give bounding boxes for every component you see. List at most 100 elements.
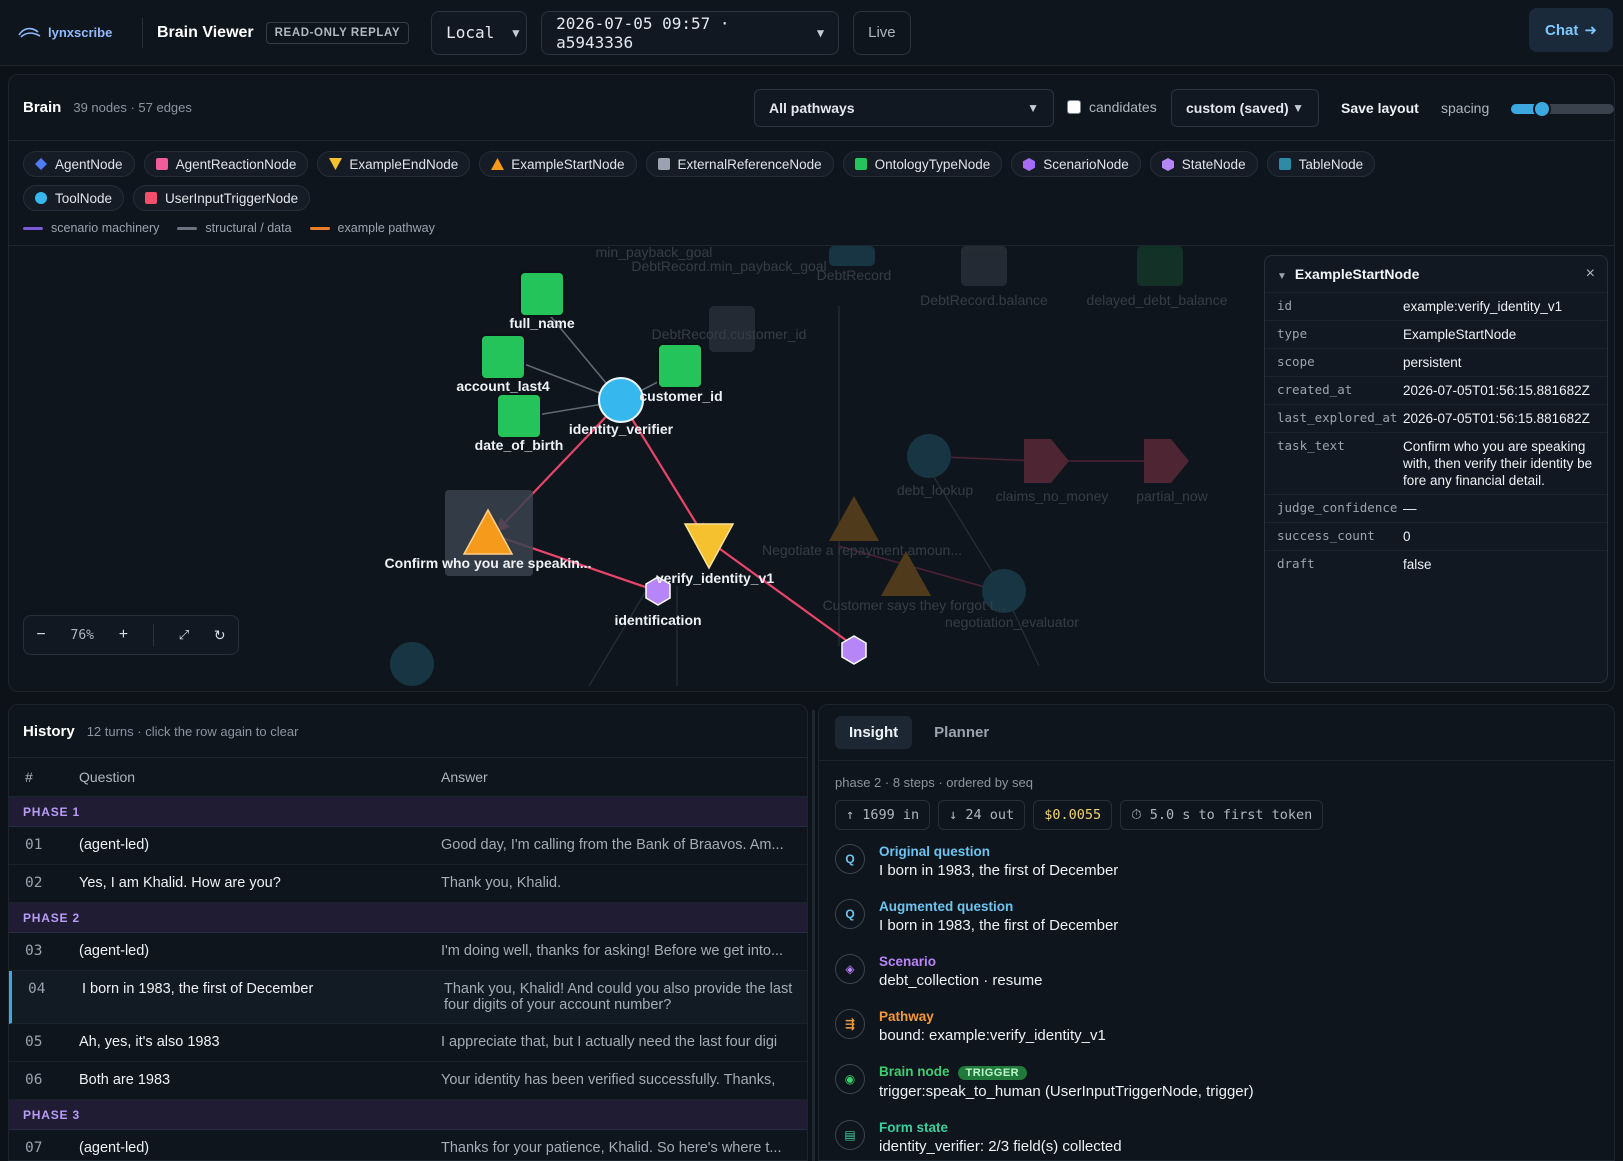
row-answer: Thank you, Khalid.: [441, 875, 562, 891]
legend-chip-label: ExampleStartNode: [511, 156, 625, 172]
lynx-logo-icon: [18, 27, 41, 38]
legend-chip-label: UserInputTriggerNode: [165, 190, 299, 206]
square-icon: [854, 158, 867, 170]
close-icon[interactable]: ×: [1586, 265, 1595, 283]
ontology-node-account-last4[interactable]: [480, 334, 526, 380]
insight-tabs: Insight Planner: [819, 705, 1614, 761]
zoom-out-button[interactable]: −: [36, 626, 45, 644]
state-node[interactable]: [841, 635, 867, 665]
field-value: example:verify_identity_v1: [1403, 299, 1563, 314]
legend-chip-agentreactionnode[interactable]: AgentReactionNode: [143, 151, 309, 177]
chevron-down-icon: ▼: [512, 25, 520, 40]
table-row[interactable]: 03 (agent-led) I'm doing well, thanks for …: [9, 933, 807, 971]
legend-chip-label: ToolNode: [55, 190, 113, 206]
replay-select[interactable]: 2026-07-05 09:57 · a5943336 ▼: [541, 10, 840, 55]
top-bar: lynxscribe Brain Viewer READ-ONLY REPLAY…: [0, 0, 1623, 66]
legend-chip-label: ExternalReferenceNode: [677, 156, 822, 172]
legend-chip-examplestartnode[interactable]: ExampleStartNode: [479, 151, 637, 177]
reset-view-icon[interactable]: ↻: [214, 627, 226, 644]
edge-type-legend: scenario machinery structural / data examp…: [23, 221, 435, 235]
node-inspector: ▼ ExampleStartNode × id example:verify_ide…: [1264, 255, 1608, 683]
legend-chip-tablenode[interactable]: TableNode: [1266, 151, 1376, 177]
legend-chip-externalreferencenode[interactable]: ExternalReferenceNode: [645, 151, 834, 177]
candidates-checkbox[interactable]: [1067, 100, 1081, 114]
ontology-node-full-name[interactable]: [519, 271, 565, 317]
table-row[interactable]: 06 Both are 1983 Your identity has been ve…: [9, 1062, 807, 1100]
field-value: 0: [1403, 529, 1411, 544]
insight-step[interactable]: ◉ Brain node TRIGGER trigger:speak_to_hum…: [835, 1064, 1598, 1100]
ontology-node-customer-id[interactable]: [657, 343, 703, 389]
graph-label: claims_no_money: [996, 488, 1109, 504]
logo-text: lynxscribe: [48, 25, 113, 40]
insight-step[interactable]: Q Augmented question I born in 1983, the…: [835, 899, 1598, 934]
field-key: type: [1277, 326, 1308, 341]
step-icon: Q: [835, 899, 865, 929]
legend-chip-agentnode[interactable]: AgentNode: [23, 151, 135, 177]
tool-node-identity-verifier[interactable]: [598, 377, 644, 423]
zoom-in-button[interactable]: +: [119, 626, 128, 644]
fit-view-icon[interactable]: ⤢: [179, 627, 189, 643]
live-label: Live: [868, 24, 896, 41]
table-row-selected[interactable]: 04 I born in 1983, the first of December T…: [9, 971, 807, 1024]
candidates-toggle[interactable]: candidates: [1067, 99, 1157, 115]
spacing-slider[interactable]: [1511, 100, 1614, 118]
row-num: 02: [25, 875, 43, 891]
field-key: draft: [1277, 556, 1315, 571]
live-button[interactable]: Live: [853, 10, 911, 55]
table-row[interactable]: 01 (agent-led) Good day, I'm calling from …: [9, 827, 807, 865]
legend-chip-label: AgentNode: [55, 156, 123, 172]
graph-label: identity_verifier: [569, 421, 674, 437]
step-icon: ◉: [835, 1064, 865, 1094]
row-num: 05: [25, 1034, 43, 1050]
table-row[interactable]: 02 Yes, I am Khalid. How are you? Thank yo…: [9, 865, 807, 903]
collapse-icon[interactable]: ▼: [1277, 271, 1287, 282]
example-end-node[interactable]: [683, 523, 735, 570]
chat-button[interactable]: Chat ➜: [1529, 8, 1613, 52]
insight-step[interactable]: ⇶ Pathway bound: example:verify_identity…: [835, 1009, 1598, 1044]
legend-chip-label: AgentReactionNode: [175, 156, 297, 172]
tab-planner[interactable]: Planner: [920, 716, 1003, 749]
graph-label: account_last4: [456, 378, 550, 394]
field-key: created_at: [1277, 382, 1353, 397]
graph-label: Customer says they forgot t...: [823, 597, 1006, 613]
circle-icon: [35, 192, 47, 204]
legend-chip-ontologytypenode[interactable]: OntologyTypeNode: [842, 151, 1003, 177]
triangle-down-icon: [329, 158, 343, 170]
legend-chip-userinputtriggernode[interactable]: UserInputTriggerNode: [133, 185, 311, 211]
save-layout-button[interactable]: Save layout: [1331, 89, 1429, 127]
layout-select[interactable]: custom (saved) ▼: [1171, 89, 1319, 127]
row-num: 01: [25, 837, 43, 853]
zoom-controls: − 76% + ⤢ ↻: [23, 615, 239, 655]
panel-resize-handle[interactable]: [812, 710, 815, 1161]
ttft-stat: ⏱ 5.0 s to first token: [1120, 800, 1324, 830]
diamond-icon: [35, 158, 47, 170]
ontology-node-date-of-birth[interactable]: [496, 393, 542, 439]
legend-chip-toolnode[interactable]: ToolNode: [23, 185, 125, 211]
insight-step[interactable]: ◈ Scenario debt_collection · resume: [835, 954, 1598, 989]
legend-chip-scenarionode[interactable]: ScenarioNode: [1011, 151, 1141, 177]
table-row[interactable]: 05 Ah, yes, it's also 1983 I appreciate th…: [9, 1024, 807, 1062]
line-swatch-icon: [23, 226, 43, 230]
row-question: Ah, yes, it's also 1983: [79, 1034, 220, 1050]
legend-chip-statenode[interactable]: StateNode: [1149, 151, 1258, 177]
graph-label: partial_now: [1136, 488, 1208, 504]
graph-label: full_name: [509, 315, 575, 331]
background-graph: min_payback_goal DebtRecord.min_payback_…: [390, 244, 1228, 687]
table-row[interactable]: 07 (agent-led) Thanks for your patience, K…: [9, 1130, 807, 1160]
pathway-select[interactable]: All pathways ▼: [754, 89, 1054, 127]
history-panel: History 12 turns · click the row again t…: [8, 704, 808, 1161]
insight-step[interactable]: ▤ Form state identity_verifier: 2/3 fiel…: [835, 1120, 1598, 1155]
tab-insight[interactable]: Insight: [835, 716, 913, 749]
spacing-slider-knob[interactable]: [1532, 100, 1551, 118]
history-table-header: # Question Answer: [9, 757, 807, 797]
phase-header: PHASE 3: [9, 1100, 807, 1130]
history-title: History: [23, 722, 75, 740]
row-answer: Thank you, Khalid! And could you also pr…: [444, 981, 793, 1013]
step-title: Form state: [879, 1120, 1122, 1135]
chevron-down-icon: ▼: [1027, 101, 1039, 115]
phase-header: PHASE 1: [9, 797, 807, 827]
env-select[interactable]: Local ▼: [431, 10, 528, 55]
insight-step[interactable]: Q Original question I born in 1983, the …: [835, 844, 1598, 879]
hexagon-icon: [1161, 158, 1174, 171]
legend-chip-exampleendnode[interactable]: ExampleEndNode: [317, 151, 471, 177]
